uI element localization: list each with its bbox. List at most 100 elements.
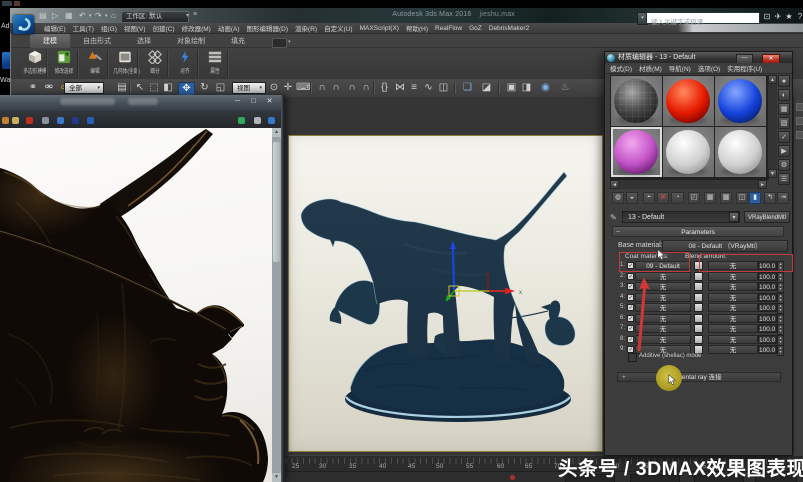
viewport-canvas[interactable]: x bbox=[288, 135, 603, 452]
select-and-scale-icon[interactable]: ◱ bbox=[214, 82, 227, 94]
select-and-move-icon[interactable]: ✥ bbox=[178, 82, 195, 96]
ribbon-tab[interactable]: 对象绘制 bbox=[164, 34, 218, 48]
spinner-icon[interactable]: ▲ ▼ bbox=[777, 313, 784, 325]
material-editor-menu-item[interactable]: 导航(N) bbox=[669, 63, 691, 73]
put-material-icon[interactable]: ◒ bbox=[626, 192, 638, 204]
material-editor-menu-item[interactable]: 材质(M) bbox=[639, 63, 662, 73]
backlight-icon[interactable]: ◐ bbox=[778, 89, 790, 101]
slot-gray-2[interactable] bbox=[715, 127, 766, 177]
spinner-icon[interactable]: ▲ ▼ bbox=[777, 282, 784, 293]
photo-minimize-button[interactable]: ─ bbox=[231, 97, 244, 106]
help-icon[interactable]: ? bbox=[795, 12, 803, 22]
photo-scrollbar[interactable]: ▲ ▼ bbox=[272, 128, 281, 482]
put-to-library-icon[interactable]: ◰ bbox=[688, 192, 700, 204]
slots-horizontal-scrollbar[interactable]: ◄ ► bbox=[610, 180, 767, 189]
menu-item[interactable]: 图形编辑器(D) bbox=[247, 23, 289, 33]
reference-coordinate-dropdown[interactable]: 视图 ▾ bbox=[232, 82, 266, 94]
photo-tool-icon-10[interactable] bbox=[268, 117, 275, 124]
menu-item[interactable]: GoZ bbox=[469, 25, 482, 32]
photo-tool-icon-7[interactable] bbox=[87, 117, 94, 124]
photo-tool-icon-3[interactable] bbox=[26, 117, 33, 124]
base-material-button[interactable]: 08 - Default （VRayMtl） bbox=[662, 240, 788, 252]
ribbon-group-subdivision[interactable]: 细分 bbox=[140, 49, 170, 78]
menu-item[interactable]: 组(G) bbox=[101, 23, 117, 33]
blend-amount-value[interactable]: 100.0 bbox=[758, 324, 777, 333]
color-check-icon[interactable]: ✓ bbox=[778, 131, 790, 143]
blend-amount-value[interactable]: 100.0 bbox=[758, 271, 777, 281]
photo-scrollbar-thumb[interactable] bbox=[273, 142, 280, 262]
slots-scroll-left-icon[interactable]: ◄ bbox=[610, 180, 619, 189]
ribbon-group-geometry[interactable]: 几何体(全部) bbox=[110, 49, 140, 78]
uv-tiling-icon[interactable]: ▧ bbox=[778, 117, 790, 129]
slot-magenta[interactable] bbox=[611, 127, 662, 177]
infocenter-search-input[interactable]: 键入关键字或短语 bbox=[646, 12, 760, 26]
spinner-icon[interactable]: ▲ ▼ bbox=[777, 334, 784, 346]
material-name-caret-icon[interactable]: ▼ bbox=[729, 212, 739, 222]
blend-amount-value[interactable]: 100.0 bbox=[758, 282, 777, 291]
mental-ray-rollout[interactable]: + mental ray 连接 bbox=[617, 372, 781, 382]
ribbon-tab[interactable]: 建模 bbox=[30, 33, 70, 48]
options-icon[interactable]: ⚙ bbox=[778, 159, 790, 171]
unlink-selection-icon[interactable]: ⚮ bbox=[42, 82, 56, 94]
menu-item[interactable]: RealFlow bbox=[435, 25, 462, 32]
layer-manager-icon[interactable]: ❏ bbox=[460, 82, 475, 94]
ribbon-mini-toolbar[interactable] bbox=[272, 38, 287, 48]
slot-red[interactable] bbox=[663, 76, 714, 126]
rollout-collapse-icon[interactable]: − bbox=[616, 227, 620, 238]
menu-item[interactable]: 修改器(M) bbox=[182, 23, 211, 33]
scroll-up-icon[interactable]: ▲ bbox=[272, 128, 281, 137]
material-editor-menu-item[interactable]: 实用程序(U) bbox=[727, 63, 762, 73]
photo-tool-icon-4[interactable] bbox=[42, 117, 49, 124]
named-selection-icon[interactable]: {} bbox=[378, 82, 391, 94]
spinner-icon[interactable]: ▲ ▼ bbox=[777, 303, 784, 314]
percent-snap-icon[interactable]: ∩ bbox=[346, 82, 358, 94]
blend-map-button[interactable]: 无 bbox=[708, 282, 758, 291]
material-type-button[interactable]: VRayBlendMtl bbox=[744, 211, 790, 223]
row-color-swatch[interactable] bbox=[694, 313, 703, 323]
row-color-swatch[interactable] bbox=[694, 303, 703, 312]
photo-tool-icon-2[interactable] bbox=[12, 117, 19, 124]
spinner-icon[interactable]: ▲ ▼ bbox=[777, 292, 784, 304]
use-center-icon[interactable]: ⊙ bbox=[268, 82, 280, 94]
menu-item[interactable]: 帮助(H) bbox=[406, 23, 428, 33]
ribbon-group-align[interactable]: 对齐 bbox=[170, 49, 200, 78]
menu-item[interactable]: 工具(T) bbox=[73, 23, 94, 33]
photo-tool-icon-5[interactable] bbox=[57, 117, 64, 124]
slot-blue[interactable] bbox=[715, 76, 766, 126]
pick-material-eyedropper-icon[interactable]: ✎ bbox=[610, 213, 617, 222]
photo-tool-icon-9[interactable] bbox=[254, 117, 261, 124]
material-editor-menu-item[interactable]: 选项(O) bbox=[698, 63, 720, 73]
mirror-icon[interactable]: ⋈ bbox=[394, 82, 406, 94]
blend-amount-value[interactable]: 100.0 bbox=[758, 292, 777, 302]
3dsmax-logo[interactable] bbox=[13, 15, 34, 34]
menu-item[interactable]: 动画(A) bbox=[218, 23, 240, 33]
menu-item[interactable]: DebrisMaker2 bbox=[489, 25, 529, 32]
communication-center-icon[interactable]: ✈ bbox=[773, 12, 783, 22]
ribbon-tab[interactable]: 自由形式 bbox=[70, 34, 124, 48]
sample-type-icon[interactable]: ● bbox=[778, 75, 790, 87]
assign-material-icon[interactable]: ◓ bbox=[643, 192, 655, 204]
slot-dark-gray[interactable] bbox=[611, 76, 662, 126]
blend-amount-value[interactable]: 100.0 bbox=[758, 303, 777, 312]
favorites-icon[interactable]: ★ bbox=[784, 12, 794, 22]
selection-region-icon[interactable]: ⬚ bbox=[148, 82, 160, 94]
menu-item[interactable]: 自定义(U) bbox=[324, 23, 353, 33]
photo-window-title-bar[interactable]: ─ □ ✕ bbox=[0, 95, 285, 111]
ribbon-group-modify-selection[interactable]: 修改选择 bbox=[49, 49, 79, 78]
blend-map-button[interactable]: 无 bbox=[708, 303, 758, 312]
menu-item[interactable]: 渲染(R) bbox=[295, 23, 317, 33]
blend-amount-value[interactable]: 100.0 bbox=[758, 313, 777, 323]
spinner-snap-icon[interactable]: ∩ bbox=[360, 82, 372, 94]
material-editor-menu-item[interactable]: 模式(D) bbox=[610, 63, 632, 73]
spinner-icon[interactable]: ▲ ▼ bbox=[777, 324, 784, 335]
navigator-icon[interactable]: ☰ bbox=[778, 173, 790, 185]
menu-item[interactable]: 视图(V) bbox=[124, 23, 146, 33]
curve-editor-icon[interactable]: ∿ bbox=[422, 82, 435, 94]
snap-toggle-icon[interactable]: ∩ bbox=[316, 82, 328, 94]
make-preview-icon[interactable]: ▶ bbox=[778, 145, 790, 157]
material-id-icon[interactable]: ▦ bbox=[704, 192, 716, 204]
dope-sheet-icon[interactable]: ◫ bbox=[437, 82, 450, 94]
menu-item[interactable]: MAXScript(X) bbox=[360, 25, 399, 32]
render-setup-icon[interactable]: ▣ bbox=[505, 82, 518, 94]
rendered-frame-icon[interactable]: ◨ bbox=[520, 82, 533, 94]
